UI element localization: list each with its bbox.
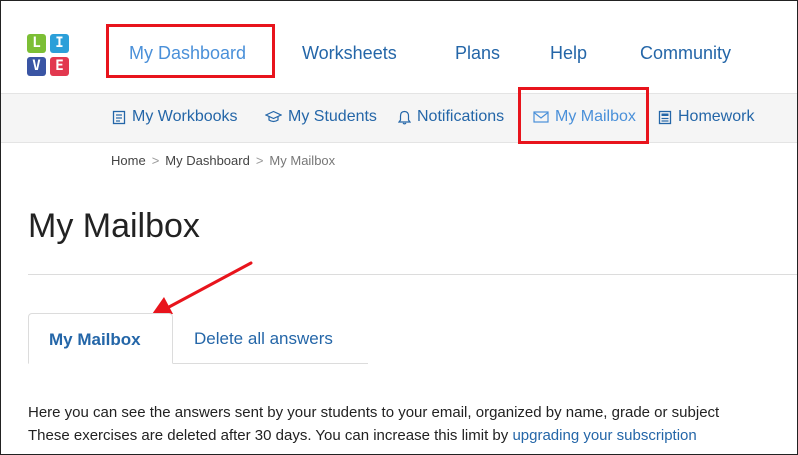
sub-navigation: My Workbooks My Students Notifications M…	[1, 94, 797, 143]
breadcrumb-home[interactable]: Home	[111, 153, 146, 168]
subnav-my-workbooks-label: My Workbooks	[132, 108, 238, 125]
mailbox-tabs: My Mailbox Delete all answers	[28, 313, 368, 364]
subnav-my-students-label: My Students	[288, 108, 377, 125]
breadcrumb-my-dashboard[interactable]: My Dashboard	[165, 153, 250, 168]
nav-community[interactable]: Community	[640, 43, 731, 64]
info-line-1: Here you can see the answers sent by you…	[28, 404, 720, 421]
nav-plans[interactable]: Plans	[455, 43, 500, 64]
breadcrumb-my-mailbox: My Mailbox	[269, 153, 336, 168]
subnav-homework-label: Homework	[678, 108, 755, 125]
info-line-2: These exercises are deleted after 30 day…	[28, 424, 794, 447]
tab-delete-all-answers[interactable]: Delete all answers	[194, 313, 333, 363]
subnav-notifications[interactable]: Notifications	[398, 108, 504, 126]
subnav-notifications-label: Notifications	[417, 108, 505, 125]
logo-tile-e: E	[50, 57, 69, 76]
upgrade-subscription-link[interactable]: upgrading your subscription	[512, 427, 696, 444]
tab-my-mailbox[interactable]: My Mailbox	[28, 313, 173, 364]
logo-tile-i: I	[50, 34, 69, 53]
subnav-my-students[interactable]: My Students	[265, 108, 377, 126]
logo-tile-l: L	[27, 34, 46, 53]
page-title: My Mailbox	[28, 207, 200, 245]
title-divider	[28, 274, 797, 275]
mailbox-info: Here you can see the answers sent by you…	[28, 401, 794, 447]
subnav-my-workbooks[interactable]: My Workbooks	[112, 108, 238, 126]
graduation-cap-icon	[265, 110, 282, 123]
envelope-icon	[533, 111, 549, 123]
nav-my-dashboard[interactable]: My Dashboard	[129, 43, 246, 64]
info-line-2-text: These exercises are deleted after 30 day…	[28, 427, 513, 444]
bell-icon	[398, 110, 411, 124]
subnav-my-mailbox[interactable]: My Mailbox	[533, 108, 636, 126]
breadcrumb-separator: >	[151, 153, 160, 168]
homework-icon	[658, 110, 672, 124]
nav-worksheets[interactable]: Worksheets	[302, 43, 397, 64]
breadcrumb-separator: >	[255, 153, 264, 168]
top-navigation: L I V E My Dashboard Worksheets Plans He…	[1, 1, 797, 94]
live-logo[interactable]: L I V E	[27, 34, 69, 76]
workbook-icon	[112, 110, 126, 124]
subnav-homework[interactable]: Homework	[658, 108, 754, 126]
logo-tile-v: V	[27, 57, 46, 76]
nav-help[interactable]: Help	[550, 43, 587, 64]
page: L I V E My Dashboard Worksheets Plans He…	[0, 0, 798, 455]
subnav-my-mailbox-label: My Mailbox	[555, 108, 636, 125]
breadcrumb: Home > My Dashboard > My Mailbox	[111, 153, 335, 168]
